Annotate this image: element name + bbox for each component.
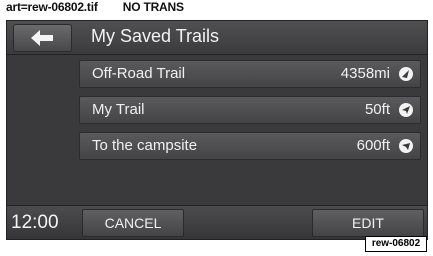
trail-row-off-road[interactable]: Off-Road Trail 4358mi — [79, 60, 421, 88]
trail-distance: 50ft — [364, 101, 390, 118]
art-reference-tag: rew-06802 — [365, 236, 427, 252]
edit-button[interactable]: EDIT — [312, 209, 424, 237]
trail-list: Off-Road Trail 4358mi My Trail 50ft To t… — [79, 60, 421, 168]
header-bar: My Saved Trails — [7, 21, 427, 55]
trail-name: Off-Road Trail — [92, 65, 186, 82]
compass-direction-icon — [399, 103, 413, 117]
trail-distance: 600ft — [356, 137, 390, 154]
trail-row-campsite[interactable]: To the campsite 600ft — [79, 132, 421, 160]
trail-distance: 4358mi — [340, 65, 390, 82]
compass-direction-icon — [399, 139, 413, 153]
compass-direction-icon — [399, 67, 413, 81]
page-title: My Saved Trails — [91, 26, 220, 46]
infotainment-screen: My Saved Trails Off-Road Trail 4358mi My… — [6, 20, 428, 240]
footer-bar: 12:00 CANCEL EDIT — [7, 205, 427, 239]
back-arrow-icon — [31, 30, 53, 46]
cancel-button[interactable]: CANCEL — [82, 209, 184, 237]
trail-name: My Trail — [92, 101, 145, 118]
art-caption: art=rew-06802.tif NO TRANS — [6, 0, 184, 14]
back-button[interactable] — [13, 24, 72, 52]
clock-display: 12:00 — [11, 212, 59, 233]
trail-row-my-trail[interactable]: My Trail 50ft — [79, 96, 421, 124]
trail-name: To the campsite — [92, 137, 198, 154]
